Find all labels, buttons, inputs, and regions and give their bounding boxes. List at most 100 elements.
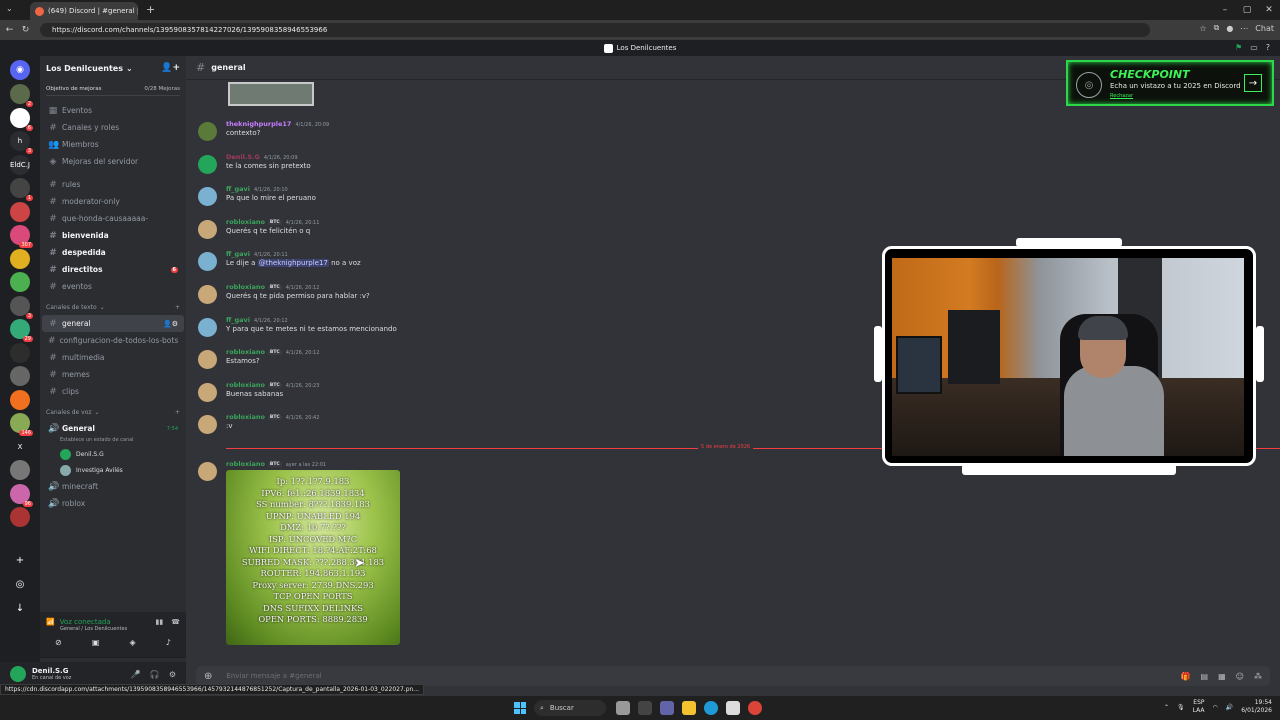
chrome-icon[interactable] <box>748 701 762 715</box>
flag-icon[interactable]: ⚑ <box>1235 43 1242 52</box>
soundboard-icon[interactable]: ♪ <box>166 638 171 647</box>
add-server-icon[interactable]: + <box>10 550 30 570</box>
boost-goal[interactable]: Objetivo de mejoras 0/28 Mejoras <box>46 84 180 96</box>
voice-channel-general[interactable]: 🔊 General 7:54 <box>42 420 184 437</box>
wifi-icon[interactable]: ◠ <box>1213 704 1218 711</box>
chevron-up-icon[interactable]: ⌃ <box>1164 704 1169 711</box>
server-icon[interactable]: 29 <box>10 319 33 342</box>
discord-home-icon[interactable]: ◉ <box>10 60 30 80</box>
avatar[interactable] <box>198 154 217 174</box>
voice-status[interactable]: Establece un estado de canal <box>40 437 186 446</box>
user-mention[interactable]: @theknighpurple17 <box>257 259 329 268</box>
channel-item[interactable]: # multimedia <box>42 349 184 366</box>
sticker-icon[interactable]: ▦ <box>1218 672 1226 681</box>
noise-icon[interactable]: ▮▮ <box>156 618 164 626</box>
help-icon[interactable]: ? <box>1266 43 1270 52</box>
taskbar-search[interactable]: ⌕ Buscar <box>534 700 606 716</box>
server-nav-item[interactable]: 👥 Miembros <box>42 136 184 153</box>
message-author[interactable]: ff_gavi 4/1/26, 20:11 <box>226 250 288 258</box>
headphones-icon[interactable]: 🎧 <box>150 670 160 679</box>
extensions-icon[interactable]: ⧉ <box>1214 23 1220 33</box>
star-icon[interactable]: ☆ <box>1199 24 1206 33</box>
server-icon[interactable] <box>10 201 30 222</box>
apps-icon[interactable]: ⁂ <box>1254 672 1262 681</box>
message-author[interactable]: robloxiano BTC 4/1/26, 20:11 <box>226 218 319 226</box>
camera-off-icon[interactable]: ⊘ <box>55 638 62 647</box>
server-icon[interactable]: EldC.J <box>10 154 30 175</box>
screen-share-icon[interactable]: ▣ <box>92 638 100 647</box>
windows-start-icon[interactable] <box>514 702 526 714</box>
settings-icon[interactable]: ⚙ <box>169 670 176 679</box>
server-icon[interactable] <box>10 366 30 386</box>
message-composer[interactable]: ⊕ Enviar mensaje a #general 🎁 ▤ ▦ ☺ ⁂ <box>196 666 1270 686</box>
avatar[interactable] <box>10 666 26 682</box>
channel-item[interactable]: # rules <box>42 176 184 193</box>
channel-item[interactable]: # bienvenida <box>42 227 184 244</box>
voice-channel-item[interactable]: 🔊 roblox <box>42 495 184 512</box>
message-author[interactable]: robloxiano BTC 4/1/26, 20:23 <box>226 381 319 389</box>
avatar[interactable] <box>198 317 217 337</box>
gif-icon[interactable]: ▤ <box>1201 672 1209 681</box>
channel-item[interactable]: # clips <box>42 383 184 400</box>
new-tab-icon[interactable]: + <box>146 3 155 16</box>
url-field[interactable]: https://discord.com/channels/13959083578… <box>40 23 1150 37</box>
minimize-icon[interactable]: – <box>1214 0 1236 20</box>
menu-icon[interactable]: ⋯ <box>1240 24 1248 33</box>
voice-user[interactable]: Investiga Avilés <box>40 462 186 478</box>
mic-tray-icon[interactable]: 🎙 <box>1177 704 1185 711</box>
voice-category[interactable]: Canales de voz ⌄ + <box>40 404 186 420</box>
avatar[interactable] <box>198 252 217 272</box>
avatar[interactable] <box>198 415 217 435</box>
message-author[interactable]: theknighpurple17 4/1/26, 20:09 <box>226 120 329 128</box>
server-icon[interactable] <box>10 507 30 527</box>
message-author[interactable]: robloxiano BTC 4/1/26, 20:42 <box>226 413 319 421</box>
arrow-right-icon[interactable]: → <box>1244 74 1262 92</box>
emoji-icon[interactable]: ☺ <box>1236 672 1244 681</box>
server-icon[interactable]: 6 <box>10 107 33 131</box>
task-view-icon[interactable] <box>638 701 652 715</box>
file-explorer-icon[interactable] <box>682 701 696 715</box>
maximize-icon[interactable]: ▢ <box>1236 0 1258 20</box>
server-header[interactable]: Los Denilcuentes ⌄ 👤+ <box>40 56 186 80</box>
clock[interactable]: 19:54 6/01/2026 <box>1241 699 1272 715</box>
server-nav-item[interactable]: ▦ Eventos <box>42 102 184 119</box>
avatar[interactable] <box>198 187 217 207</box>
back-icon[interactable]: ← <box>3 25 16 35</box>
mic-icon[interactable]: 🎤 <box>131 670 141 679</box>
chat-button[interactable]: Chat <box>1255 24 1274 33</box>
voice-channel-item[interactable]: 🔊 minecraft <box>42 478 184 495</box>
add-attachment-icon[interactable]: ⊕ <box>204 671 212 682</box>
avatar[interactable] <box>198 219 217 239</box>
message-author[interactable]: robloxiano BTC 4/1/26, 20:12 <box>226 348 319 356</box>
server-icon[interactable]: 3 <box>10 295 33 319</box>
download-icon[interactable]: ↓ <box>10 598 30 618</box>
server-icon[interactable]: 96 <box>10 483 33 507</box>
message-author[interactable]: ff_gavi 4/1/26, 20:12 <box>226 316 288 324</box>
avatar[interactable] <box>198 382 217 402</box>
gift-icon[interactable]: 🎁 <box>1181 672 1191 681</box>
image-attachment[interactable]: Ip: 1??.1?7.9.183 IPV6: fe1::26.1839.1834… <box>226 470 400 645</box>
explore-icon[interactable]: ◎ <box>10 574 30 594</box>
server-icon[interactable] <box>10 248 30 269</box>
server-icon[interactable]: h3 <box>10 131 33 154</box>
text-category[interactable]: Canales de texto ⌄ + <box>40 299 186 315</box>
activities-icon[interactable]: ◈ <box>130 638 136 647</box>
server-icon[interactable]: X <box>10 436 30 457</box>
server-icon[interactable] <box>10 460 30 480</box>
add-channel-icon[interactable]: + <box>175 304 180 311</box>
tab-list-icon[interactable]: ⌄ <box>6 4 13 13</box>
avatar[interactable] <box>198 350 217 370</box>
channel-item[interactable]: # configuracion-de-todos-los-bots <box>42 332 184 349</box>
server-icon[interactable] <box>10 389 30 410</box>
message-author[interactable]: robloxiano BTC ayer a las 22:01 <box>226 460 326 468</box>
invite-icon[interactable]: 👤+ <box>161 63 180 73</box>
previous-attachment[interactable] <box>228 82 314 106</box>
edge-icon[interactable] <box>704 701 718 715</box>
add-channel-icon[interactable]: + <box>175 409 180 416</box>
server-icon[interactable] <box>10 272 30 292</box>
channel-item[interactable]: # general 👤⚙ <box>42 315 184 332</box>
server-icon[interactable]: 2 <box>10 84 33 107</box>
disconnect-icon[interactable]: ☎ <box>171 618 180 626</box>
channel-item[interactable]: # despedida <box>42 244 184 261</box>
message-author[interactable]: Denil.S.G 4/1/26, 20:09 <box>226 153 298 161</box>
